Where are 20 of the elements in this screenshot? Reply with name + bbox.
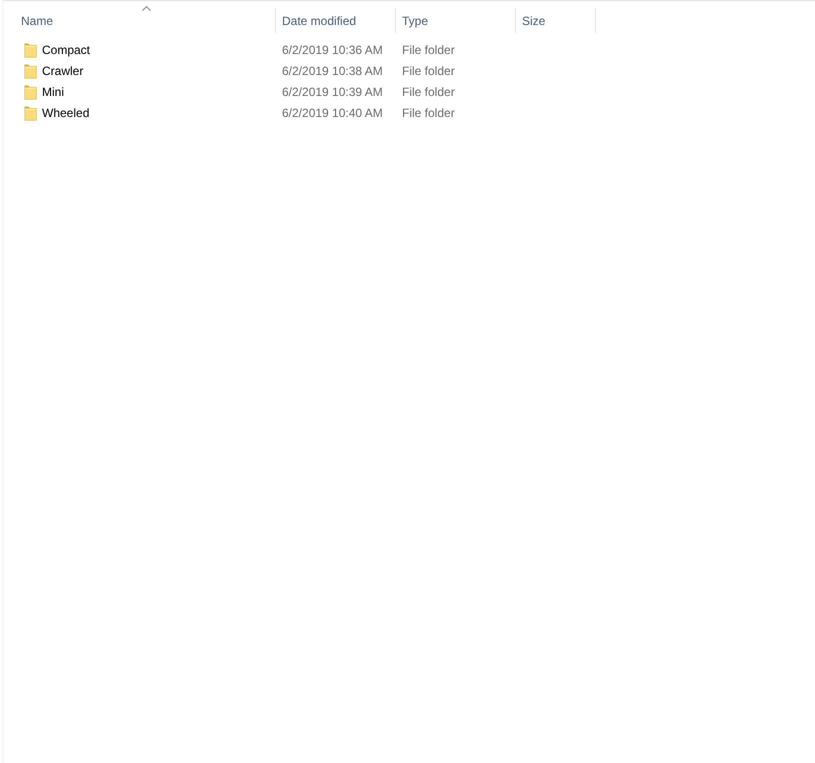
folder-name[interactable]: Wheeled — [42, 106, 90, 120]
type-text: File folder — [402, 64, 455, 78]
date-modified-text: 6/2/2019 10:39 AM — [282, 84, 383, 98]
folder-icon — [24, 84, 37, 100]
column-header[interactable]: Date modified — [282, 14, 356, 28]
folder-icon — [24, 104, 37, 120]
type-text: File folder — [402, 42, 455, 56]
type-text: File folder — [402, 106, 455, 120]
folder-name[interactable]: Mini — [42, 84, 64, 98]
folder-icon — [24, 42, 37, 58]
type-text: File folder — [402, 84, 455, 98]
date-modified-text: 6/2/2019 10:38 AM — [282, 64, 383, 78]
folder-icon — [24, 62, 37, 78]
column-header[interactable]: Name — [21, 14, 54, 28]
date-modified-text: 6/2/2019 10:36 AM — [282, 42, 383, 56]
folder-name[interactable]: Compact — [42, 42, 90, 56]
column-header[interactable]: Type — [402, 14, 428, 28]
column-header[interactable]: Size — [522, 14, 546, 28]
folder-name[interactable]: Crawler — [42, 64, 84, 78]
date-modified-text: 6/2/2019 10:40 AM — [282, 106, 383, 120]
